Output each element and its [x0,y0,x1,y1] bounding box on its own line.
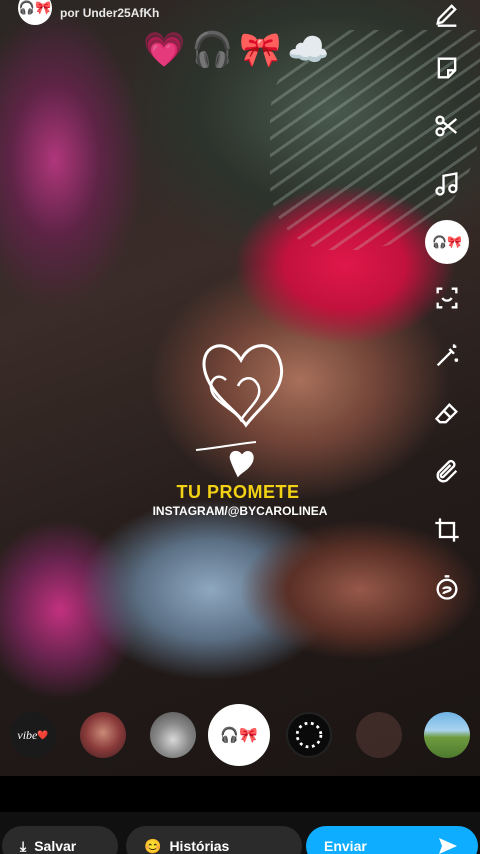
lens-car[interactable] [150,712,196,758]
caption-title[interactable]: TU PROMETE [0,482,478,503]
pencil-icon[interactable] [422,0,472,34]
timer-icon[interactable] [422,568,472,608]
lens-loading[interactable] [286,712,332,758]
magic-wand-icon[interactable] [422,336,472,376]
lens-dark[interactable] [356,712,402,758]
download-icon: ⤓ [20,837,27,854]
pink-heart-sticker[interactable]: 💗 [143,28,185,72]
lens-face[interactable] [80,712,126,758]
scissors-icon[interactable] [422,106,472,146]
emoji-sticker-row[interactable]: 💗 🎧 🎀 ☁️ [143,28,329,72]
heart-doodle-drawing [195,344,284,478]
lens-vibe[interactable]: vibe ❤️ [10,712,56,758]
story-button[interactable]: 😊 Histórias [126,826,302,854]
bow-sticker[interactable]: 🎀 [239,28,281,72]
author-row: 🎧🎀 por Under25AfKh [18,0,159,26]
loading-spinner-icon [295,721,323,749]
cloud-sticker[interactable]: ☁️ [287,28,329,72]
caption-handle[interactable]: INSTAGRAM/@BYCAROLINEA [0,504,480,518]
save-button[interactable]: ⤓ Salvar [2,826,118,854]
send-arrow-icon [439,838,457,854]
send-button[interactable]: Enviar [306,826,478,854]
scan-icon[interactable] [422,278,472,318]
lens-landscape[interactable] [424,712,470,758]
author-name: por Under25AfKh [60,6,160,20]
bottom-action-bar: ⤓ Salvar 😊 Histórias Enviar [0,812,480,854]
music-note-icon[interactable] [422,164,472,204]
lens-carousel: vibe ❤️ 🎧🎀 [0,702,480,766]
sticker-icon[interactable] [422,48,472,88]
lens-headphones-icon[interactable]: 🎧🎀 [425,220,469,264]
story-avatar-icon: 😊 [144,837,162,854]
lens-selected[interactable]: 🎧🎀 [208,704,270,766]
headphones-sticker[interactable]: 🎧 [191,28,233,72]
author-avatar[interactable]: 🎧🎀 [18,0,52,25]
eraser-icon[interactable] [422,394,472,434]
